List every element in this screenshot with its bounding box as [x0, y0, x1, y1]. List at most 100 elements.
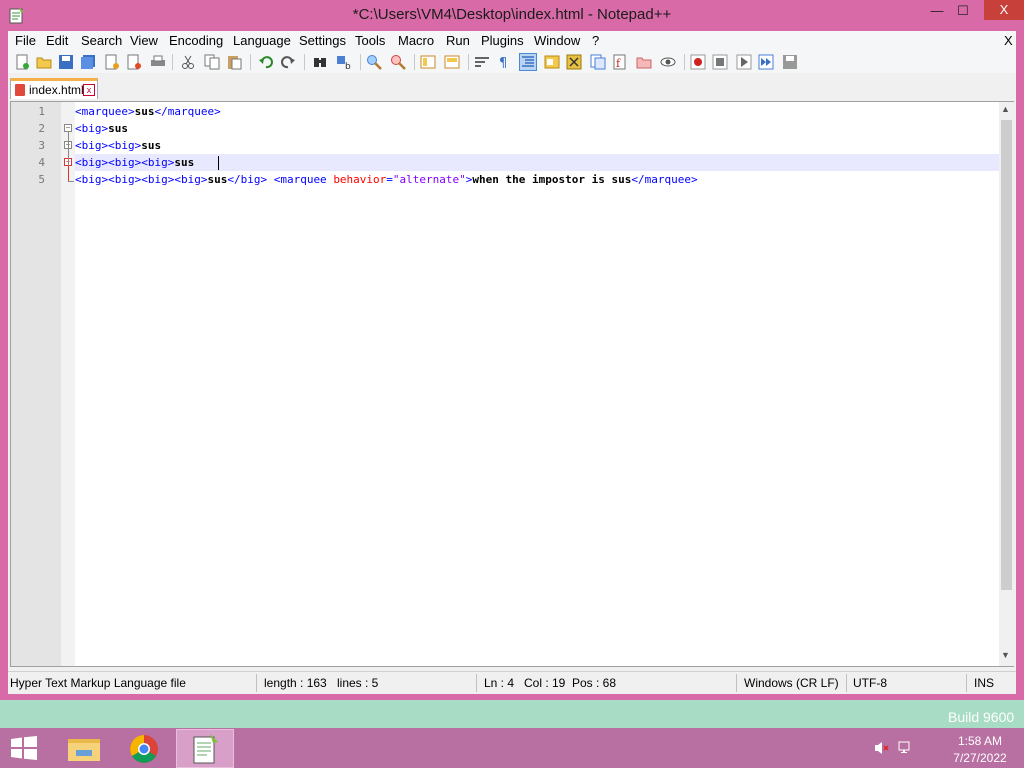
toolbar-separator [304, 54, 305, 70]
status-encoding[interactable]: UTF-8 [853, 676, 887, 690]
menu-language[interactable]: Language [233, 33, 291, 48]
macro-stop-icon[interactable] [712, 54, 728, 70]
monitoring-eye-icon[interactable] [660, 54, 676, 70]
menu-window[interactable]: Window [534, 33, 580, 48]
redo-icon[interactable] [280, 54, 296, 70]
sync-horizontal-icon[interactable] [444, 54, 460, 70]
windows-build-watermark: Build 9600 [948, 709, 1015, 725]
menu-file[interactable]: File [15, 33, 36, 48]
cut-icon[interactable] [180, 54, 196, 70]
close-all-icon[interactable] [126, 54, 142, 70]
fold-toggle-icon[interactable]: − [64, 124, 72, 132]
function-list-icon[interactable]: f [612, 54, 628, 70]
toolbar: b ¶ f [8, 51, 1016, 73]
code-token: <big><big><big> [75, 156, 175, 169]
code-line: <marquee>sus</marquee> [75, 103, 221, 120]
paste-icon[interactable] [226, 54, 242, 70]
status-line-number: Ln : 4 [484, 676, 515, 690]
fold-end [68, 181, 74, 182]
menu-plugins[interactable]: Plugins [481, 33, 524, 48]
menu-settings[interactable]: Settings [299, 33, 346, 48]
macro-run-multiple-icon[interactable] [758, 54, 774, 70]
notepadpp-taskbar-icon[interactable] [177, 730, 233, 768]
word-wrap-icon[interactable] [474, 54, 490, 70]
zoom-out-icon[interactable] [390, 54, 406, 70]
copy-icon[interactable] [204, 54, 220, 70]
code-line: <big>sus [75, 120, 128, 137]
xml-tools-icon[interactable] [566, 54, 582, 70]
maximize-button[interactable]: ☐ [946, 0, 980, 22]
status-separator [256, 674, 257, 692]
menu-encoding[interactable]: Encoding [169, 33, 223, 48]
document-map-icon[interactable] [590, 54, 606, 70]
app-client-area: File Edit Search View Encoding Language … [8, 31, 1016, 694]
menu-macro[interactable]: Macro [398, 33, 434, 48]
file-explorer-icon[interactable] [56, 730, 112, 768]
user-defined-language-icon[interactable] [544, 54, 560, 70]
folder-workspace-icon[interactable] [636, 54, 652, 70]
sync-vertical-icon[interactable] [420, 54, 436, 70]
network-icon[interactable] [898, 740, 914, 756]
code-token: behavior [333, 173, 387, 186]
close-window-button[interactable]: X [984, 0, 1024, 20]
indent-guide-icon[interactable] [519, 53, 537, 71]
code-line: <big><big><big>sus [75, 154, 194, 171]
zoom-in-icon[interactable] [366, 54, 382, 70]
status-position: Pos : 68 [572, 676, 617, 690]
replace-icon[interactable]: b [336, 54, 352, 70]
code-token: <marquee> [75, 105, 135, 118]
toolbar-separator [684, 54, 685, 70]
menu-view[interactable]: View [130, 33, 158, 48]
tab-index-html[interactable]: index.html x [10, 78, 98, 99]
line-number: 5 [38, 173, 45, 186]
toolbar-separator [414, 54, 415, 70]
code-line: <big><big>sus [75, 137, 161, 154]
current-line-highlight [75, 154, 999, 171]
status-insert-mode[interactable]: INS [974, 676, 994, 690]
macro-play-icon[interactable] [736, 54, 752, 70]
toolbar-separator [172, 54, 173, 70]
find-icon[interactable] [312, 54, 328, 70]
status-separator [736, 674, 737, 692]
code-token: sus [141, 139, 162, 152]
status-eol-format[interactable]: Windows (CR LF) [744, 676, 839, 690]
macro-record-icon[interactable] [690, 54, 706, 70]
speaker-muted-icon[interactable] [874, 740, 890, 756]
open-file-icon[interactable] [36, 54, 52, 70]
tab-bar: index.html x [8, 75, 1016, 101]
show-all-characters-icon[interactable]: ¶ [496, 54, 512, 70]
save-icon[interactable] [58, 54, 74, 70]
chrome-icon[interactable] [116, 730, 172, 768]
windows-start-icon[interactable] [10, 736, 38, 760]
tab-close-button[interactable]: x [83, 84, 95, 96]
line-number: 4 [38, 156, 45, 169]
menu-help[interactable]: ? [592, 33, 599, 48]
save-all-icon[interactable] [80, 54, 96, 70]
menu-run[interactable]: Run [446, 33, 470, 48]
undo-icon[interactable] [258, 54, 274, 70]
close-document-button[interactable]: X [1004, 33, 1013, 48]
menu-search[interactable]: Search [81, 33, 122, 48]
code-token: "alternate" [392, 173, 466, 186]
scrollbar-thumb[interactable] [1001, 120, 1012, 590]
clock-date[interactable]: 7/27/2022 [940, 751, 1020, 765]
macro-save-icon[interactable] [782, 54, 798, 70]
fold-margin [61, 102, 75, 666]
menu-edit[interactable]: Edit [46, 33, 68, 48]
clock-time[interactable]: 1:58 AM [940, 734, 1020, 748]
line-number: 2 [38, 122, 45, 135]
code-token: </marquee> [154, 105, 221, 118]
toolbar-separator [250, 54, 251, 70]
print-icon[interactable] [150, 54, 166, 70]
window-title: *C:\Users\VM4\Desktop\index.html - Notep… [352, 6, 672, 23]
status-separator [476, 674, 477, 692]
scroll-up-icon[interactable]: ▲ [1001, 104, 1010, 114]
tab-label: index.html [29, 83, 84, 97]
title-bar[interactable]: *C:\Users\VM4\Desktop\index.html - Notep… [0, 0, 1024, 31]
new-file-icon[interactable] [14, 54, 30, 70]
code-editor[interactable]: 1 2 3 4 5 − − − <marquee>sus</marquee> <… [10, 101, 1014, 667]
menu-tools[interactable]: Tools [355, 33, 385, 48]
close-file-icon[interactable] [104, 54, 120, 70]
code-token: <big> [75, 122, 109, 135]
scroll-down-icon[interactable]: ▼ [1001, 650, 1010, 660]
